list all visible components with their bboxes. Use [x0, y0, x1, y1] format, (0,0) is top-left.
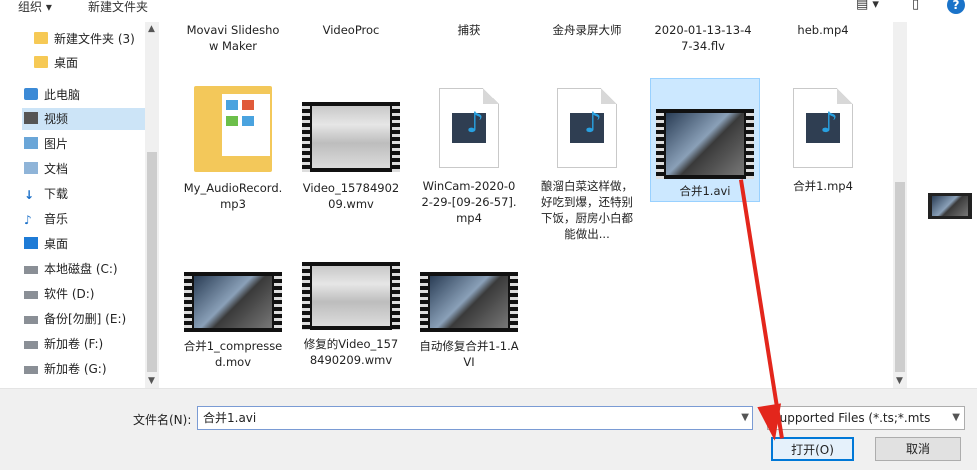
file-item[interactable]: 修复的Video_1578490209.wmv: [301, 262, 401, 368]
scroll-down-icon[interactable]: ▼: [896, 376, 903, 386]
sidebar-item-pictures[interactable]: 图片: [24, 133, 148, 155]
chevron-down-icon[interactable]: ▼: [952, 407, 960, 429]
file-item[interactable]: Video_1578490209.wmv: [301, 102, 401, 212]
document-icon: [24, 162, 38, 174]
cancel-button[interactable]: 取消: [875, 437, 961, 461]
file-item[interactable]: ♪ WinCam-2020-02-29-[09-26-57].mp4: [419, 86, 519, 226]
sidebar-item-drive-d[interactable]: 软件 (D:): [24, 283, 148, 305]
filetype-select[interactable]: Supported Files (*.ts;*.mts ▼: [767, 406, 965, 430]
picture-icon: [24, 137, 38, 149]
sidebar-item-this-pc[interactable]: 此电脑: [24, 84, 148, 106]
drive-icon: [24, 341, 38, 349]
navigation-pane: 新建文件夹 (3) 桌面 此电脑 视频 图片 文档 ↓ 下载 ♪ 音乐 桌面 本地磁…: [0, 18, 163, 388]
video-thumbnail: [302, 102, 400, 172]
sidebar-item-drive-g[interactable]: 新加卷 (G:): [24, 358, 148, 380]
drive-icon: [24, 266, 38, 274]
sidebar-scrollbar[interactable]: ▲ ▼: [145, 22, 159, 388]
open-button[interactable]: 打开(O): [771, 437, 854, 461]
file-item[interactable]: ♪ 合并1.mp4: [773, 86, 873, 194]
file-item[interactable]: heb.mp4: [773, 22, 873, 38]
desktop-icon: [24, 237, 38, 249]
chevron-down-icon[interactable]: ▼: [741, 407, 749, 429]
new-folder-button[interactable]: 新建文件夹: [88, 0, 148, 15]
drive-icon: [24, 316, 38, 324]
computer-icon: [24, 88, 38, 100]
media-file-icon: ♪: [439, 88, 499, 168]
drive-icon: [24, 366, 38, 374]
file-item[interactable]: VideoProc: [301, 22, 401, 38]
file-grid-scrollbar[interactable]: ▼: [893, 22, 907, 388]
sidebar-item-drive-c[interactable]: 本地磁盘 (C:): [24, 258, 148, 280]
sidebar-item-drive-f[interactable]: 新加卷 (F:): [24, 333, 148, 355]
sidebar-item-videos[interactable]: 视频: [22, 108, 146, 130]
organize-button[interactable]: 组织 ▾: [18, 0, 52, 15]
file-item[interactable]: 自动修复合并1-1.AVI: [419, 272, 519, 370]
sidebar-item-desktop[interactable]: 桌面: [24, 233, 148, 255]
file-item[interactable]: My_AudioRecord.mp3: [183, 86, 283, 212]
scrollbar-thumb[interactable]: [895, 182, 905, 372]
sidebar-item-desktop-folder[interactable]: 桌面: [34, 52, 158, 74]
file-item[interactable]: Movavi Slideshow Maker: [183, 22, 283, 54]
video-thumbnail: [420, 272, 518, 332]
drive-icon: [24, 291, 38, 299]
video-thumbnail: [656, 109, 754, 179]
filename-label: 文件名(N):: [133, 413, 192, 427]
preview-pane-icon[interactable]: ▯: [912, 0, 919, 12]
toolbar: 组织 ▾ 新建文件夹 ▤ ▾ ▯ ?: [0, 0, 977, 18]
media-file-icon: ♪: [557, 88, 617, 168]
sidebar-item-new-folder-3[interactable]: 新建文件夹 (3): [34, 28, 158, 50]
scroll-down-icon[interactable]: ▼: [148, 376, 155, 386]
filename-input[interactable]: 合并1.avi ▼: [197, 406, 753, 430]
video-thumbnail: [184, 272, 282, 332]
sidebar-item-documents[interactable]: 文档: [24, 158, 148, 180]
dialog-footer: 文件名(N): 合并1.avi ▼ Supported Files (*.ts;…: [0, 388, 977, 470]
video-thumbnail: [302, 262, 400, 330]
file-item[interactable]: 2020-01-13-13-47-34.flv: [653, 22, 753, 54]
preview-thumbnail: [928, 193, 972, 219]
scroll-up-icon[interactable]: ▲: [148, 24, 155, 34]
download-icon: ↓: [24, 188, 35, 202]
file-item[interactable]: 捕获: [419, 22, 519, 38]
file-item[interactable]: 合并1_compressed.mov: [183, 272, 283, 370]
audio-folder-icon: [194, 86, 272, 172]
video-icon: [24, 112, 38, 124]
media-file-icon: ♪: [793, 88, 853, 168]
view-options-icon[interactable]: ▤ ▾: [856, 0, 879, 12]
file-item[interactable]: 金舟录屏大师: [537, 22, 637, 38]
folder-icon: [34, 56, 48, 68]
help-icon[interactable]: ?: [947, 0, 965, 14]
file-item[interactable]: ♪ 酿溜白菜这样做，好吃到爆，还特别下饭，厨房小白都能做出...: [537, 86, 637, 242]
file-grid: Movavi Slideshow Maker VideoProc 捕获 金舟录屏…: [163, 18, 911, 388]
sidebar-item-drive-e[interactable]: 备份[勿删] (E:): [24, 308, 148, 330]
music-icon: ♪: [24, 213, 32, 227]
sidebar-item-downloads[interactable]: ↓ 下载: [24, 183, 148, 205]
scrollbar-thumb[interactable]: [147, 152, 157, 372]
folder-icon: [34, 32, 48, 44]
sidebar-item-music[interactable]: ♪ 音乐: [24, 208, 148, 230]
